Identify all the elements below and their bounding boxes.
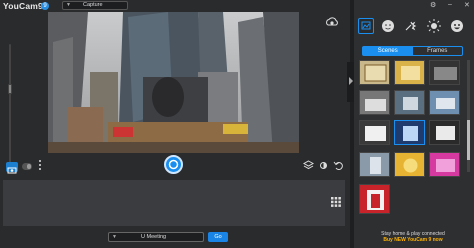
scene-thumbnail[interactable] bbox=[359, 120, 390, 145]
scene-thumbnail[interactable] bbox=[359, 184, 390, 214]
meeting-select-value: U Meeting bbox=[141, 234, 167, 240]
meeting-app-select[interactable]: ▼ U Meeting bbox=[108, 232, 204, 242]
window-controls: ⚙ – ✕ bbox=[428, 1, 474, 11]
promo-banner[interactable]: Stay home & play connected Buy NEW YouCa… bbox=[359, 231, 467, 246]
zoom-slider[interactable] bbox=[8, 44, 12, 164]
mode-select-value: Capture bbox=[83, 2, 103, 8]
app-title: YouCam9 bbox=[3, 1, 43, 11]
promo-line2[interactable]: Buy NEW YouCam 9 now bbox=[359, 237, 467, 243]
effect-tabs bbox=[354, 16, 474, 36]
scrollbar-thumb[interactable] bbox=[467, 120, 470, 160]
grid-icon[interactable] bbox=[331, 197, 341, 207]
close-icon[interactable]: ✕ bbox=[464, 1, 470, 9]
go-button[interactable]: Go bbox=[208, 232, 228, 242]
shutter-icon bbox=[168, 159, 179, 170]
youcam-window: YouCam9 9 ▼ Capture ▼ U Meeting Go ⚙ – ✕… bbox=[0, 0, 474, 248]
scene-thumbnail[interactable] bbox=[394, 90, 425, 115]
zoom-slider-thumb[interactable] bbox=[8, 84, 12, 94]
scene-thumbnail[interactable] bbox=[429, 90, 460, 115]
tab-emoji[interactable] bbox=[449, 18, 465, 34]
undo-icon[interactable] bbox=[333, 160, 344, 171]
face-icon bbox=[382, 20, 394, 32]
chevron-down-icon: ▼ bbox=[112, 234, 117, 240]
cloud-camera-icon[interactable] bbox=[325, 16, 339, 28]
scene-icon bbox=[361, 21, 371, 30]
scene-thumbnail[interactable] bbox=[359, 152, 390, 177]
minimize-icon[interactable]: – bbox=[448, 1, 452, 8]
scene-thumbnail[interactable] bbox=[359, 60, 390, 85]
lighting-icon bbox=[427, 19, 441, 33]
scene-thumbnail[interactable] bbox=[394, 60, 425, 85]
mode-select[interactable]: ▼ Capture bbox=[62, 1, 128, 10]
tab-scenes-segment[interactable]: Scenes bbox=[363, 47, 413, 55]
capture-button[interactable] bbox=[164, 155, 183, 174]
more-options-icon[interactable] bbox=[39, 160, 42, 173]
scene-thumbnail[interactable] bbox=[429, 60, 460, 85]
brightness-icon[interactable] bbox=[318, 160, 329, 171]
scene-thumbnail-selected[interactable] bbox=[394, 120, 425, 145]
camera-preview bbox=[48, 12, 299, 153]
scene-thumbnail[interactable] bbox=[429, 120, 460, 145]
city-scene-image bbox=[48, 12, 299, 153]
bottom-panel bbox=[3, 180, 345, 226]
layers-icon[interactable] bbox=[303, 160, 314, 171]
app-badge[interactable]: 9 bbox=[41, 2, 49, 10]
scene-thumbnail[interactable] bbox=[394, 152, 425, 177]
filter-icon bbox=[405, 21, 417, 31]
tab-filters[interactable] bbox=[403, 18, 419, 34]
scenes-frames-toggle: Scenes Frames bbox=[362, 46, 463, 56]
tab-frames-segment[interactable]: Frames bbox=[413, 47, 463, 55]
camera-mode-button[interactable] bbox=[6, 162, 18, 174]
camera-icon bbox=[7, 167, 17, 174]
emoji-icon bbox=[451, 20, 463, 32]
scene-thumbnail[interactable] bbox=[359, 90, 390, 115]
scene-thumbnail[interactable] bbox=[429, 152, 460, 177]
chevron-down-icon: ▼ bbox=[66, 2, 71, 8]
title-bar: YouCam9 9 ▼ Capture bbox=[0, 0, 350, 12]
main-area: YouCam9 9 ▼ Capture ▼ U Meeting Go bbox=[0, 0, 350, 248]
tab-lighting[interactable] bbox=[426, 18, 442, 34]
tab-scenes[interactable] bbox=[358, 18, 374, 34]
tab-face[interactable] bbox=[380, 18, 396, 34]
video-mode-toggle[interactable] bbox=[22, 163, 32, 170]
thumbnails-scrollbar[interactable] bbox=[467, 60, 470, 172]
gear-icon[interactable]: ⚙ bbox=[430, 1, 436, 9]
